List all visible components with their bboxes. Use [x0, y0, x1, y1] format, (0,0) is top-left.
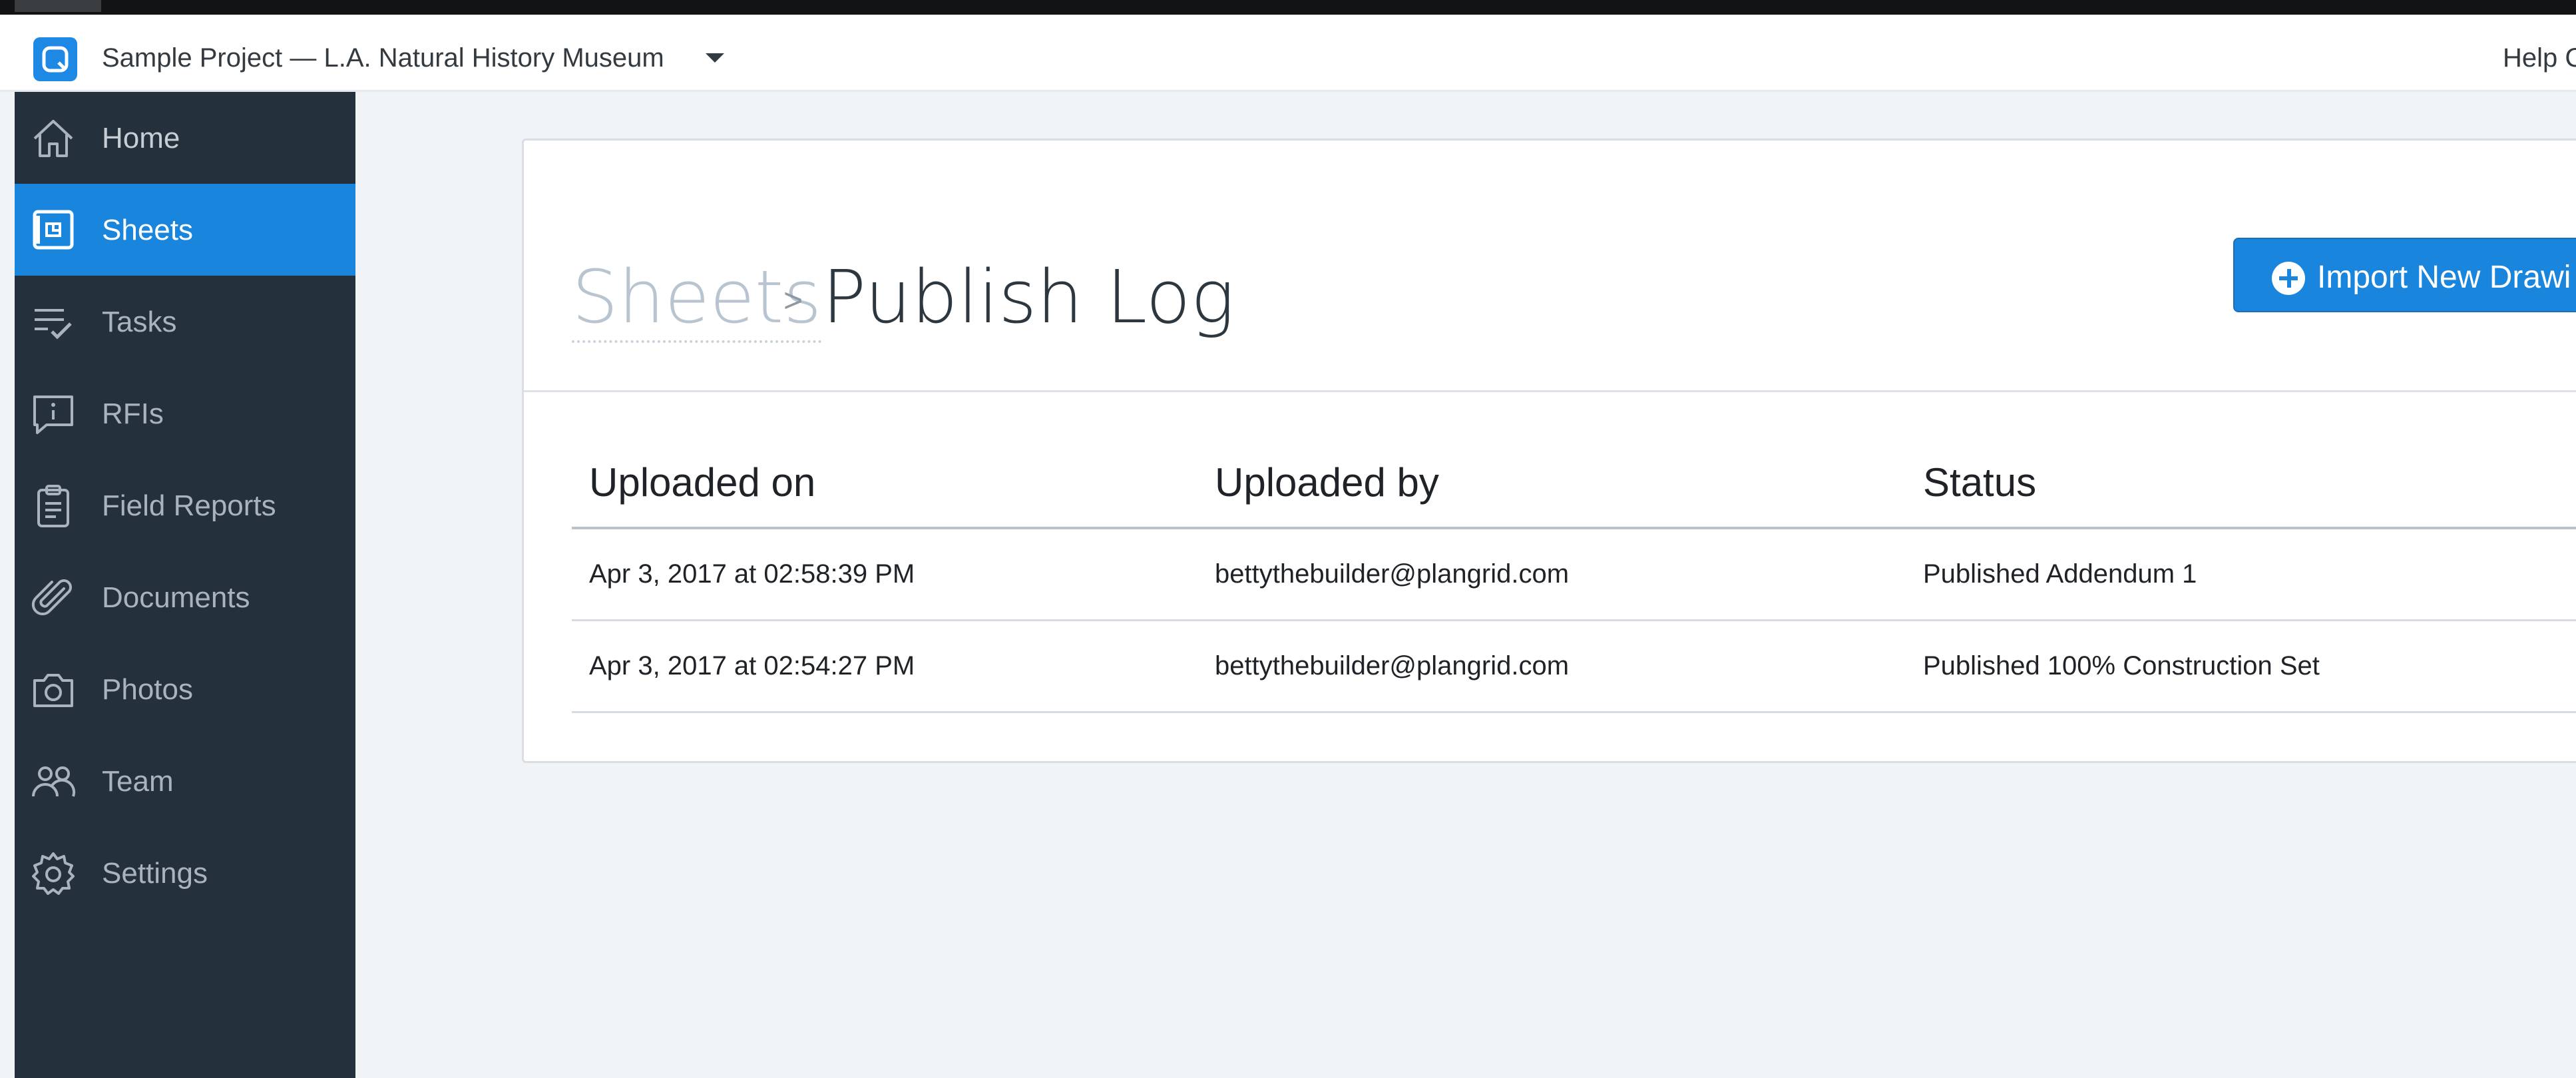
- cell-uploaded-by: bettythebuilder@plangrid.com: [1197, 528, 1906, 621]
- tasks-icon: [35, 309, 72, 340]
- plus-circle-icon: [2272, 262, 2305, 295]
- breadcrumb-separator: >: [783, 282, 803, 319]
- chevron-down-icon[interactable]: [706, 53, 724, 63]
- sidebar-item-label: RFIs: [102, 398, 164, 430]
- cell-uploaded-on: Apr 3, 2017 at 02:54:27 PM: [572, 620, 1197, 713]
- cell-uploaded-on: Apr 3, 2017 at 02:58:39 PM: [572, 528, 1197, 621]
- publish-log-card: Sheets > Publish Log Import New Drawi Up…: [522, 138, 2576, 763]
- column-header-uploaded-on[interactable]: Uploaded on: [572, 437, 1197, 529]
- sidebar-item-rfis[interactable]: RFIs: [15, 368, 355, 459]
- camera-icon: [33, 674, 73, 707]
- table-row[interactable]: Apr 3, 2017 at 02:54:27 PM bettythebuild…: [572, 620, 2576, 713]
- sidebar-item-settings[interactable]: Settings: [15, 827, 355, 919]
- cell-status: Published Addendum 1: [1906, 528, 2576, 621]
- sidebar-item-home[interactable]: Home: [15, 92, 355, 184]
- sidebar-item-label: Sheets: [102, 214, 193, 246]
- sidebar-item-label: Photos: [102, 673, 193, 706]
- sidebar-item-label: Home: [102, 122, 180, 154]
- sidebar-item-tasks[interactable]: Tasks: [15, 276, 355, 368]
- import-button-label: Import New Drawi: [2317, 260, 2571, 295]
- sidebar-item-label: Tasks: [102, 306, 177, 338]
- clipboard-icon: [37, 485, 69, 527]
- sidebar-item-sheets[interactable]: Sheets: [15, 184, 355, 276]
- sidebar-item-team[interactable]: Team: [15, 735, 355, 827]
- sheets-icon: [33, 210, 74, 250]
- sidebar-item-label: Documents: [102, 581, 250, 614]
- sidebar-item-photos[interactable]: Photos: [15, 643, 355, 735]
- publish-log-table: Uploaded on Uploaded by Status Apr 3, 20…: [572, 437, 2576, 713]
- column-header-status[interactable]: Status: [1906, 437, 2576, 529]
- sidebar-item-documents[interactable]: Documents: [15, 551, 355, 643]
- import-new-drawings-button[interactable]: Import New Drawi: [2233, 238, 2576, 312]
- cell-uploaded-by: bettythebuilder@plangrid.com: [1197, 620, 1906, 713]
- rfi-icon: [33, 396, 73, 434]
- card-header: Sheets > Publish Log Import New Drawi: [524, 140, 2576, 392]
- top-header: Sample Project — L.A. Natural History Mu…: [0, 15, 2576, 92]
- sidebar-item-label: Field Reports: [102, 489, 276, 522]
- project-selector[interactable]: Sample Project — L.A. Natural History Mu…: [102, 41, 664, 75]
- team-icon: [32, 766, 76, 797]
- sidebar-item-field-reports[interactable]: Field Reports: [15, 459, 355, 551]
- table-row[interactable]: Apr 3, 2017 at 02:58:39 PM bettythebuild…: [572, 528, 2576, 621]
- column-header-uploaded-by[interactable]: Uploaded by: [1197, 437, 1906, 529]
- page-title: Publish Log: [822, 254, 1235, 340]
- window-tab[interactable]: [15, 0, 101, 12]
- paperclip-icon: [31, 579, 72, 616]
- help-link[interactable]: Help C: [2503, 41, 2576, 75]
- app-logo-icon[interactable]: [33, 37, 77, 81]
- sidebar-item-label: Settings: [102, 857, 208, 890]
- cell-status: Published 100% Construction Set: [1906, 620, 2576, 713]
- gear-icon: [32, 852, 75, 895]
- sidebar: Home Sheets Tasks RFIs Field Reports Doc…: [15, 92, 355, 1078]
- table-header-row: Uploaded on Uploaded by Status: [572, 437, 2576, 529]
- window-top-strip: [0, 0, 2576, 15]
- sidebar-item-label: Team: [102, 765, 174, 798]
- home-icon: [33, 120, 73, 157]
